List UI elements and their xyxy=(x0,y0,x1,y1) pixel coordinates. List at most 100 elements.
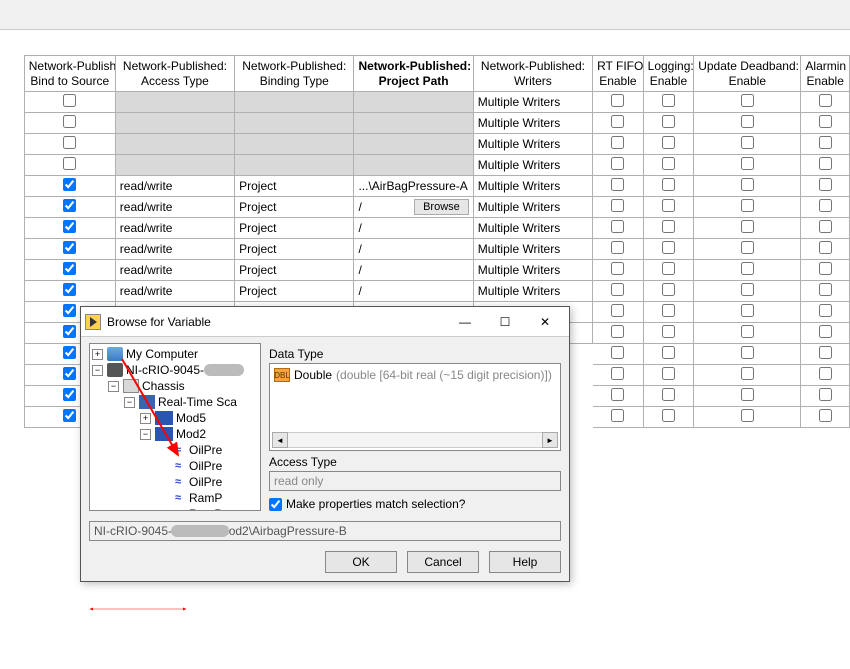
bind-checkbox[interactable] xyxy=(63,367,76,380)
close-button[interactable]: ✕ xyxy=(525,308,565,336)
bind-checkbox[interactable] xyxy=(63,199,76,212)
enable-checkbox[interactable] xyxy=(741,388,754,401)
match-properties-checkbox[interactable] xyxy=(269,498,282,511)
browse-button[interactable]: Browse xyxy=(414,199,469,215)
binding-cell[interactable]: Project xyxy=(235,281,354,302)
enable-checkbox[interactable] xyxy=(741,367,754,380)
col-deadband[interactable]: Update Deadband:Enable xyxy=(694,56,801,92)
enable-checkbox[interactable] xyxy=(741,178,754,191)
tree-crio[interactable]: −NI-cRIO-9045- xyxy=(92,362,258,378)
enable-checkbox[interactable] xyxy=(662,283,675,296)
access-cell[interactable]: read/write xyxy=(115,281,234,302)
enable-checkbox[interactable] xyxy=(662,304,675,317)
path-cell[interactable]: / xyxy=(354,260,473,281)
bind-checkbox[interactable] xyxy=(63,136,76,149)
table-row[interactable]: read/writeProject/BrowseMultiple Writers xyxy=(0,197,850,218)
enable-checkbox[interactable] xyxy=(741,283,754,296)
access-cell[interactable]: read/write xyxy=(115,218,234,239)
enable-checkbox[interactable] xyxy=(662,241,675,254)
maximize-button[interactable]: ☐ xyxy=(485,308,525,336)
enable-checkbox[interactable] xyxy=(741,241,754,254)
enable-checkbox[interactable] xyxy=(819,136,832,149)
enable-checkbox[interactable] xyxy=(819,157,832,170)
tree-signal[interactable]: ≈OilPre xyxy=(92,458,258,474)
tree-signal[interactable]: ≈OilPre xyxy=(92,442,258,458)
enable-checkbox[interactable] xyxy=(819,220,832,233)
enable-checkbox[interactable] xyxy=(611,157,624,170)
enable-checkbox[interactable] xyxy=(741,115,754,128)
path-cell[interactable]: / xyxy=(354,239,473,260)
table-row[interactable]: Multiple Writers xyxy=(0,113,850,134)
col-logging[interactable]: Logging:Enable xyxy=(643,56,694,92)
enable-checkbox[interactable] xyxy=(819,367,832,380)
path-cell[interactable]: / xyxy=(354,218,473,239)
enable-checkbox[interactable] xyxy=(819,178,832,191)
bind-checkbox[interactable] xyxy=(63,325,76,338)
enable-checkbox[interactable] xyxy=(741,409,754,422)
table-row[interactable]: Multiple Writers xyxy=(0,134,850,155)
writers-cell[interactable]: Multiple Writers xyxy=(473,281,592,302)
enable-checkbox[interactable] xyxy=(662,325,675,338)
enable-checkbox[interactable] xyxy=(611,94,624,107)
enable-checkbox[interactable] xyxy=(611,199,624,212)
col-binding-type[interactable]: Network-Published:Binding Type xyxy=(235,56,354,92)
enable-checkbox[interactable] xyxy=(741,304,754,317)
tree-signal[interactable]: ≈RamP xyxy=(92,490,258,506)
bind-checkbox[interactable] xyxy=(63,388,76,401)
enable-checkbox[interactable] xyxy=(662,136,675,149)
bind-checkbox[interactable] xyxy=(63,262,76,275)
enable-checkbox[interactable] xyxy=(611,178,624,191)
access-cell[interactable]: read/write xyxy=(115,260,234,281)
bind-checkbox[interactable] xyxy=(63,94,76,107)
enable-checkbox[interactable] xyxy=(819,115,832,128)
binding-cell[interactable]: Project xyxy=(235,176,354,197)
tree-my-computer[interactable]: +My Computer xyxy=(92,346,258,362)
col-access-type[interactable]: Network-Published:Access Type xyxy=(115,56,234,92)
enable-checkbox[interactable] xyxy=(819,199,832,212)
enable-checkbox[interactable] xyxy=(662,346,675,359)
dialog-titlebar[interactable]: Browse for Variable — ☐ ✕ xyxy=(81,307,569,337)
table-row[interactable]: read/writeProject/Multiple Writers xyxy=(0,260,850,281)
enable-checkbox[interactable] xyxy=(662,409,675,422)
bind-checkbox[interactable] xyxy=(63,409,76,422)
tree-mod5[interactable]: +Mod5 xyxy=(92,410,258,426)
col-writers[interactable]: Network-Published:Writers xyxy=(473,56,592,92)
bind-checkbox[interactable] xyxy=(63,346,76,359)
enable-checkbox[interactable] xyxy=(611,115,624,128)
bind-checkbox[interactable] xyxy=(63,283,76,296)
path-cell[interactable]: /Browse xyxy=(354,197,473,218)
tree-pane[interactable]: +My Computer −NI-cRIO-9045- −Chassis −Re… xyxy=(89,343,261,511)
binding-cell[interactable]: Project xyxy=(235,197,354,218)
writers-cell[interactable]: Multiple Writers xyxy=(473,197,592,218)
enable-checkbox[interactable] xyxy=(819,409,832,422)
h-scrollbar[interactable]: ◄ ► xyxy=(272,432,558,448)
table-row[interactable]: read/writeProject/Multiple Writers xyxy=(0,239,850,260)
access-cell[interactable]: read/write xyxy=(115,197,234,218)
enable-checkbox[interactable] xyxy=(611,283,624,296)
enable-checkbox[interactable] xyxy=(741,325,754,338)
path-cell[interactable]: / xyxy=(354,281,473,302)
bind-checkbox[interactable] xyxy=(63,241,76,254)
enable-checkbox[interactable] xyxy=(611,325,624,338)
access-cell[interactable]: read/write xyxy=(115,176,234,197)
enable-checkbox[interactable] xyxy=(741,346,754,359)
enable-checkbox[interactable] xyxy=(662,367,675,380)
scroll-left-icon[interactable]: ◄ xyxy=(272,432,288,448)
enable-checkbox[interactable] xyxy=(662,262,675,275)
enable-checkbox[interactable] xyxy=(741,94,754,107)
enable-checkbox[interactable] xyxy=(819,325,832,338)
col-alarming[interactable]: AlarminEnable xyxy=(801,56,850,92)
cancel-button[interactable]: Cancel xyxy=(407,551,479,573)
writers-cell[interactable]: Multiple Writers xyxy=(473,218,592,239)
minimize-button[interactable]: — xyxy=(445,308,485,336)
binding-cell[interactable]: Project xyxy=(235,239,354,260)
scroll-right-icon[interactable]: ► xyxy=(542,432,558,448)
enable-checkbox[interactable] xyxy=(741,136,754,149)
enable-checkbox[interactable] xyxy=(611,241,624,254)
bind-checkbox[interactable] xyxy=(63,304,76,317)
enable-checkbox[interactable] xyxy=(819,94,832,107)
enable-checkbox[interactable] xyxy=(611,220,624,233)
help-button[interactable]: Help xyxy=(489,551,561,573)
enable-checkbox[interactable] xyxy=(819,283,832,296)
enable-checkbox[interactable] xyxy=(741,157,754,170)
